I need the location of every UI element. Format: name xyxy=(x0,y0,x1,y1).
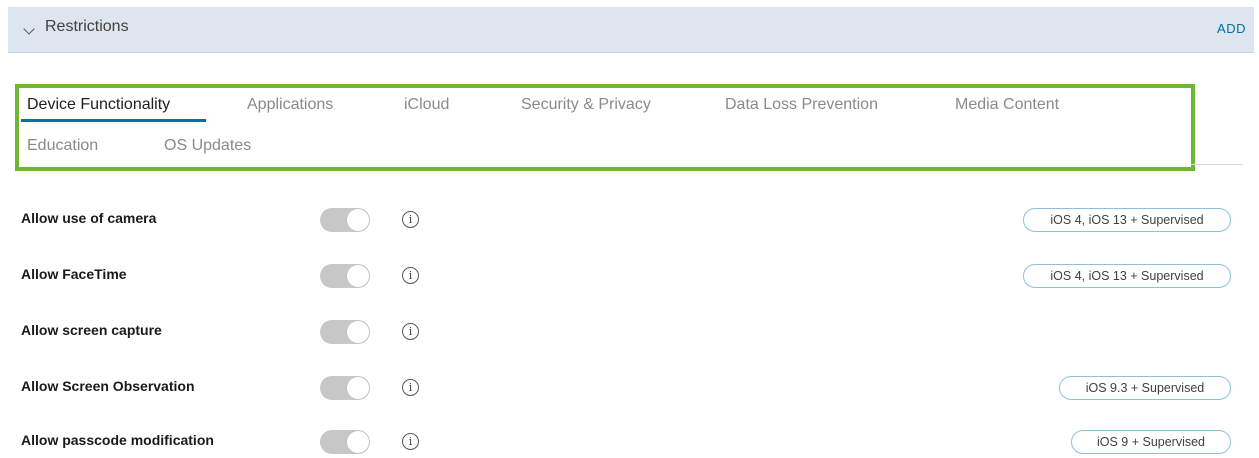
info-icon[interactable]: i xyxy=(402,323,419,340)
passcode-modification-toggle[interactable] xyxy=(320,430,370,454)
setting-label-screen-observation: Allow Screen Observation xyxy=(21,378,195,394)
toggle-knob xyxy=(347,431,369,453)
tab-os-updates[interactable]: OS Updates xyxy=(164,137,251,155)
section-title: Restrictions xyxy=(45,18,129,35)
info-icon[interactable]: i xyxy=(402,379,419,396)
info-icon[interactable]: i xyxy=(402,433,419,450)
os-requirement-badge: iOS 9 + Supervised xyxy=(1071,430,1231,454)
setting-label-screen-capture: Allow screen capture xyxy=(21,322,162,338)
facetime-toggle[interactable] xyxy=(320,264,370,288)
tab-security-privacy[interactable]: Security & Privacy xyxy=(521,96,651,114)
toggle-knob xyxy=(347,209,369,231)
info-icon[interactable]: i xyxy=(402,211,419,228)
os-requirement-badge: iOS 4, iOS 13 + Supervised xyxy=(1023,208,1231,232)
tabs-divider xyxy=(1191,164,1243,165)
toggle-knob xyxy=(347,321,369,343)
setting-label-passcode-modification: Allow passcode modification xyxy=(21,432,214,448)
setting-label-facetime: Allow FaceTime xyxy=(21,266,127,282)
screen-observation-toggle[interactable] xyxy=(320,376,370,400)
restrictions-header[interactable]: Restrictions ADD xyxy=(8,7,1254,53)
info-icon[interactable]: i xyxy=(402,267,419,284)
tab-device-functionality[interactable]: Device Functionality xyxy=(27,96,170,114)
add-button[interactable]: ADD xyxy=(1217,21,1246,36)
setting-label-camera: Allow use of camera xyxy=(21,210,157,226)
tab-education[interactable]: Education xyxy=(27,137,98,155)
toggle-knob xyxy=(347,265,369,287)
tab-icloud[interactable]: iCloud xyxy=(404,96,449,114)
screen-capture-toggle[interactable] xyxy=(320,320,370,344)
toggle-knob xyxy=(347,377,369,399)
os-requirement-badge: iOS 9.3 + Supervised xyxy=(1059,376,1231,400)
tab-data-loss-prevention[interactable]: Data Loss Prevention xyxy=(725,96,878,114)
camera-toggle[interactable] xyxy=(320,208,370,232)
chevron-down-icon[interactable] xyxy=(23,23,35,35)
os-requirement-badge: iOS 4, iOS 13 + Supervised xyxy=(1023,264,1231,288)
active-tab-indicator xyxy=(21,119,206,122)
tab-applications[interactable]: Applications xyxy=(247,96,333,114)
tab-media-content[interactable]: Media Content xyxy=(955,96,1059,114)
